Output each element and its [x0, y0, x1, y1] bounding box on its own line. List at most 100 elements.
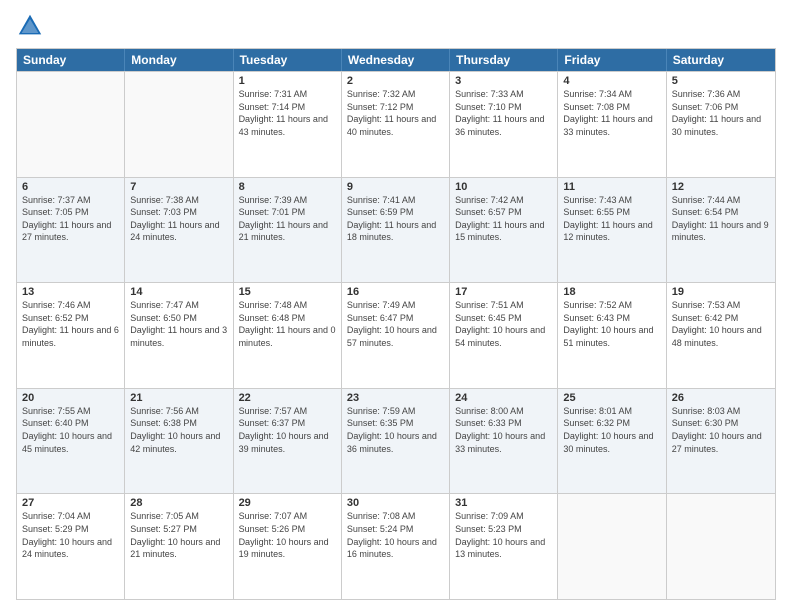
day-number: 11: [563, 181, 660, 193]
day-number: 13: [22, 286, 119, 298]
day-number: 26: [672, 392, 770, 404]
calendar-cell: 7Sunrise: 7:38 AM Sunset: 7:03 PM Daylig…: [125, 178, 233, 283]
day-number: 27: [22, 497, 119, 509]
cell-info: Sunrise: 7:08 AM Sunset: 5:24 PM Dayligh…: [347, 510, 444, 560]
cell-info: Sunrise: 7:04 AM Sunset: 5:29 PM Dayligh…: [22, 510, 119, 560]
calendar-cell: [667, 494, 775, 599]
cell-info: Sunrise: 7:52 AM Sunset: 6:43 PM Dayligh…: [563, 299, 660, 349]
cell-info: Sunrise: 7:49 AM Sunset: 6:47 PM Dayligh…: [347, 299, 444, 349]
calendar-cell: 29Sunrise: 7:07 AM Sunset: 5:26 PM Dayli…: [234, 494, 342, 599]
cell-info: Sunrise: 7:55 AM Sunset: 6:40 PM Dayligh…: [22, 405, 119, 455]
day-number: 24: [455, 392, 552, 404]
calendar-cell: 31Sunrise: 7:09 AM Sunset: 5:23 PM Dayli…: [450, 494, 558, 599]
cell-info: Sunrise: 7:37 AM Sunset: 7:05 PM Dayligh…: [22, 194, 119, 244]
cell-info: Sunrise: 8:03 AM Sunset: 6:30 PM Dayligh…: [672, 405, 770, 455]
calendar-cell: 12Sunrise: 7:44 AM Sunset: 6:54 PM Dayli…: [667, 178, 775, 283]
calendar-cell: [17, 72, 125, 177]
day-header-sunday: Sunday: [17, 49, 125, 71]
day-header-tuesday: Tuesday: [234, 49, 342, 71]
cell-info: Sunrise: 7:33 AM Sunset: 7:10 PM Dayligh…: [455, 88, 552, 138]
cell-info: Sunrise: 7:32 AM Sunset: 7:12 PM Dayligh…: [347, 88, 444, 138]
cell-info: Sunrise: 7:48 AM Sunset: 6:48 PM Dayligh…: [239, 299, 336, 349]
day-number: 7: [130, 181, 227, 193]
cell-info: Sunrise: 8:00 AM Sunset: 6:33 PM Dayligh…: [455, 405, 552, 455]
day-number: 4: [563, 75, 660, 87]
calendar-cell: 2Sunrise: 7:32 AM Sunset: 7:12 PM Daylig…: [342, 72, 450, 177]
calendar-header: SundayMondayTuesdayWednesdayThursdayFrid…: [17, 49, 775, 71]
day-number: 23: [347, 392, 444, 404]
calendar-row-0: 1Sunrise: 7:31 AM Sunset: 7:14 PM Daylig…: [17, 71, 775, 177]
calendar-cell: 27Sunrise: 7:04 AM Sunset: 5:29 PM Dayli…: [17, 494, 125, 599]
calendar-row-1: 6Sunrise: 7:37 AM Sunset: 7:05 PM Daylig…: [17, 177, 775, 283]
calendar-cell: 15Sunrise: 7:48 AM Sunset: 6:48 PM Dayli…: [234, 283, 342, 388]
cell-info: Sunrise: 7:56 AM Sunset: 6:38 PM Dayligh…: [130, 405, 227, 455]
calendar-cell: 10Sunrise: 7:42 AM Sunset: 6:57 PM Dayli…: [450, 178, 558, 283]
cell-info: Sunrise: 7:57 AM Sunset: 6:37 PM Dayligh…: [239, 405, 336, 455]
cell-info: Sunrise: 8:01 AM Sunset: 6:32 PM Dayligh…: [563, 405, 660, 455]
day-number: 22: [239, 392, 336, 404]
calendar-cell: 17Sunrise: 7:51 AM Sunset: 6:45 PM Dayli…: [450, 283, 558, 388]
calendar-cell: 3Sunrise: 7:33 AM Sunset: 7:10 PM Daylig…: [450, 72, 558, 177]
cell-info: Sunrise: 7:41 AM Sunset: 6:59 PM Dayligh…: [347, 194, 444, 244]
cell-info: Sunrise: 7:31 AM Sunset: 7:14 PM Dayligh…: [239, 88, 336, 138]
day-number: 31: [455, 497, 552, 509]
calendar-cell: 22Sunrise: 7:57 AM Sunset: 6:37 PM Dayli…: [234, 389, 342, 494]
day-number: 8: [239, 181, 336, 193]
header: [16, 12, 776, 40]
day-header-friday: Friday: [558, 49, 666, 71]
day-number: 14: [130, 286, 227, 298]
calendar-cell: 6Sunrise: 7:37 AM Sunset: 7:05 PM Daylig…: [17, 178, 125, 283]
day-number: 19: [672, 286, 770, 298]
calendar-cell: 13Sunrise: 7:46 AM Sunset: 6:52 PM Dayli…: [17, 283, 125, 388]
calendar-cell: 4Sunrise: 7:34 AM Sunset: 7:08 PM Daylig…: [558, 72, 666, 177]
calendar-cell: 8Sunrise: 7:39 AM Sunset: 7:01 PM Daylig…: [234, 178, 342, 283]
calendar-row-4: 27Sunrise: 7:04 AM Sunset: 5:29 PM Dayli…: [17, 493, 775, 599]
cell-info: Sunrise: 7:51 AM Sunset: 6:45 PM Dayligh…: [455, 299, 552, 349]
day-number: 6: [22, 181, 119, 193]
calendar-cell: 5Sunrise: 7:36 AM Sunset: 7:06 PM Daylig…: [667, 72, 775, 177]
calendar-cell: 11Sunrise: 7:43 AM Sunset: 6:55 PM Dayli…: [558, 178, 666, 283]
calendar-cell: [125, 72, 233, 177]
cell-info: Sunrise: 7:36 AM Sunset: 7:06 PM Dayligh…: [672, 88, 770, 138]
calendar-cell: 18Sunrise: 7:52 AM Sunset: 6:43 PM Dayli…: [558, 283, 666, 388]
calendar-cell: 24Sunrise: 8:00 AM Sunset: 6:33 PM Dayli…: [450, 389, 558, 494]
calendar-cell: 26Sunrise: 8:03 AM Sunset: 6:30 PM Dayli…: [667, 389, 775, 494]
calendar-cell: 20Sunrise: 7:55 AM Sunset: 6:40 PM Dayli…: [17, 389, 125, 494]
day-number: 28: [130, 497, 227, 509]
cell-info: Sunrise: 7:43 AM Sunset: 6:55 PM Dayligh…: [563, 194, 660, 244]
day-number: 5: [672, 75, 770, 87]
day-number: 20: [22, 392, 119, 404]
cell-info: Sunrise: 7:09 AM Sunset: 5:23 PM Dayligh…: [455, 510, 552, 560]
calendar-cell: 19Sunrise: 7:53 AM Sunset: 6:42 PM Dayli…: [667, 283, 775, 388]
day-number: 21: [130, 392, 227, 404]
day-number: 3: [455, 75, 552, 87]
cell-info: Sunrise: 7:44 AM Sunset: 6:54 PM Dayligh…: [672, 194, 770, 244]
calendar-cell: 16Sunrise: 7:49 AM Sunset: 6:47 PM Dayli…: [342, 283, 450, 388]
day-header-monday: Monday: [125, 49, 233, 71]
day-number: 15: [239, 286, 336, 298]
cell-info: Sunrise: 7:53 AM Sunset: 6:42 PM Dayligh…: [672, 299, 770, 349]
day-number: 9: [347, 181, 444, 193]
day-number: 25: [563, 392, 660, 404]
day-number: 1: [239, 75, 336, 87]
cell-info: Sunrise: 7:05 AM Sunset: 5:27 PM Dayligh…: [130, 510, 227, 560]
day-number: 2: [347, 75, 444, 87]
cell-info: Sunrise: 7:39 AM Sunset: 7:01 PM Dayligh…: [239, 194, 336, 244]
cell-info: Sunrise: 7:47 AM Sunset: 6:50 PM Dayligh…: [130, 299, 227, 349]
calendar-cell: 30Sunrise: 7:08 AM Sunset: 5:24 PM Dayli…: [342, 494, 450, 599]
day-number: 16: [347, 286, 444, 298]
calendar-cell: 14Sunrise: 7:47 AM Sunset: 6:50 PM Dayli…: [125, 283, 233, 388]
page: SundayMondayTuesdayWednesdayThursdayFrid…: [0, 0, 792, 612]
cell-info: Sunrise: 7:42 AM Sunset: 6:57 PM Dayligh…: [455, 194, 552, 244]
calendar-cell: [558, 494, 666, 599]
cell-info: Sunrise: 7:38 AM Sunset: 7:03 PM Dayligh…: [130, 194, 227, 244]
logo: [16, 12, 48, 40]
cell-info: Sunrise: 7:07 AM Sunset: 5:26 PM Dayligh…: [239, 510, 336, 560]
cell-info: Sunrise: 7:46 AM Sunset: 6:52 PM Dayligh…: [22, 299, 119, 349]
day-number: 17: [455, 286, 552, 298]
cell-info: Sunrise: 7:34 AM Sunset: 7:08 PM Dayligh…: [563, 88, 660, 138]
calendar-cell: 9Sunrise: 7:41 AM Sunset: 6:59 PM Daylig…: [342, 178, 450, 283]
day-number: 29: [239, 497, 336, 509]
day-header-thursday: Thursday: [450, 49, 558, 71]
day-number: 12: [672, 181, 770, 193]
